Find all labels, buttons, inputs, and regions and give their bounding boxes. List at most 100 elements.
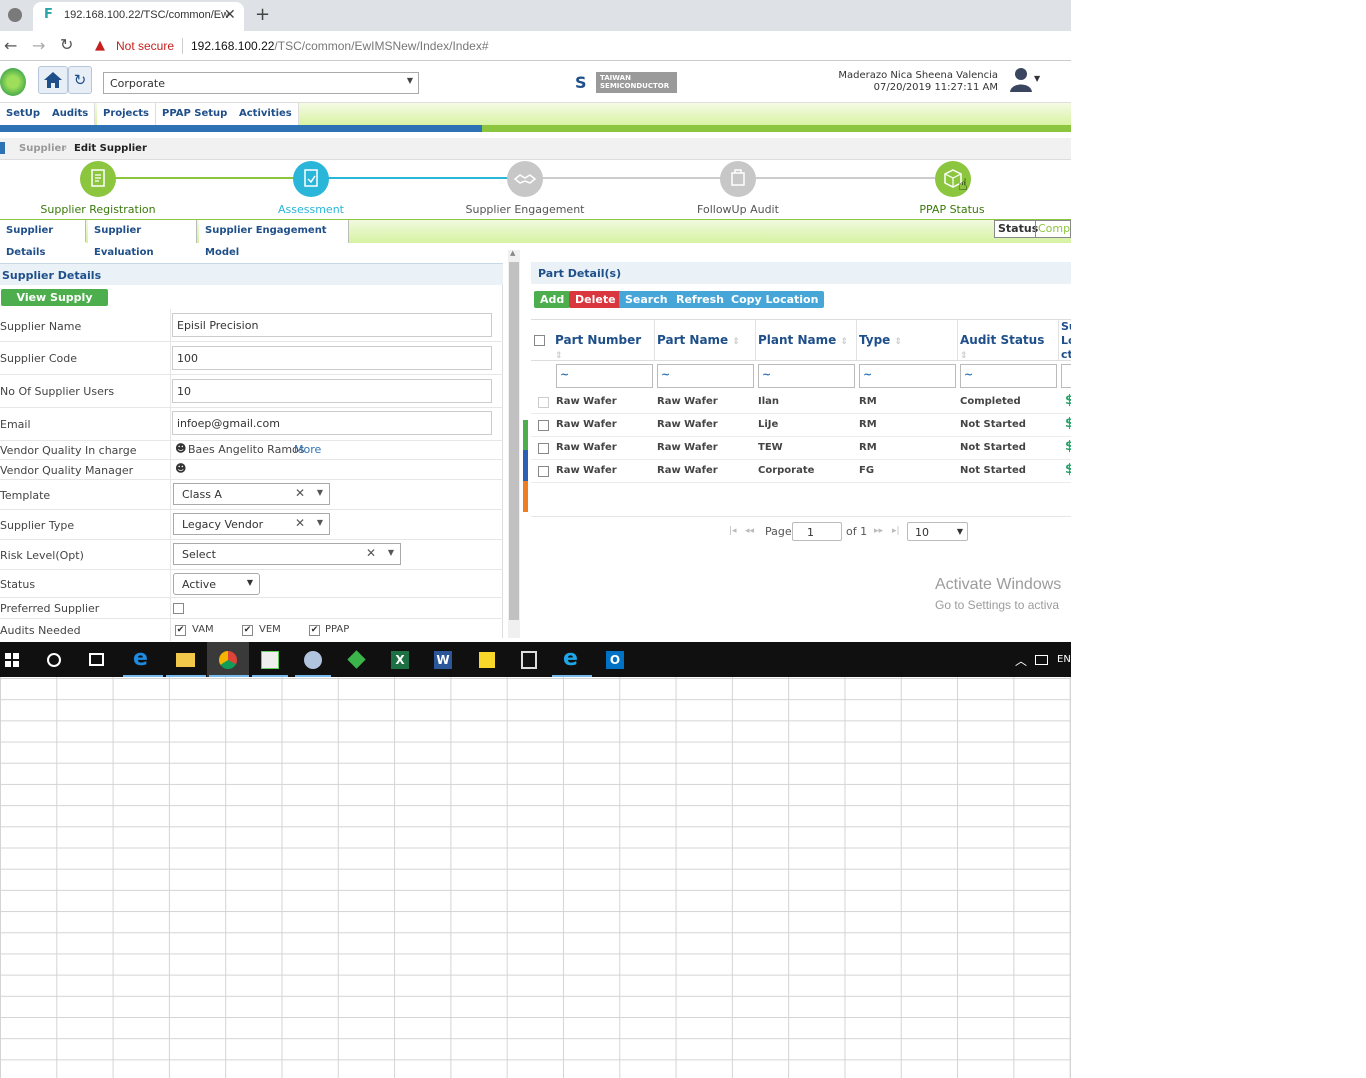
menu-audits[interactable]: Audits [46, 103, 96, 125]
add-button[interactable]: Add [534, 291, 571, 308]
security-status[interactable]: Not secure [116, 39, 174, 53]
home-button[interactable] [38, 66, 68, 94]
app-icon-chart[interactable] [261, 651, 279, 669]
supplier-code-input[interactable]: 100 [172, 346, 492, 370]
select-all-checkbox[interactable] [534, 335, 545, 346]
new-tab-icon[interactable]: + [255, 4, 270, 25]
breadcrumb-parent[interactable]: Supplier [19, 143, 66, 154]
risk-level-select[interactable]: Select ✕ ▼ [173, 543, 401, 565]
url-field[interactable]: 192.168.100.22/TSC/common/EwIMSNew/Index… [191, 39, 489, 53]
row-checkbox[interactable] [538, 443, 549, 454]
col-plant-name[interactable]: Plant Name ⇕ [756, 320, 857, 360]
back-icon[interactable]: ← [4, 36, 17, 55]
scroll-up-icon[interactable]: ▲ [510, 249, 515, 257]
row-checkbox[interactable] [538, 466, 549, 477]
network-icon[interactable] [1035, 655, 1048, 665]
copy-location-button[interactable]: Copy Location [725, 291, 825, 308]
menu-setup[interactable]: SetUp [0, 103, 48, 125]
status-select[interactable]: Active ▼ [173, 573, 260, 595]
word-icon[interactable]: W [434, 651, 452, 669]
clear-icon[interactable]: ✕ [366, 546, 376, 560]
forward-icon[interactable]: → [32, 36, 45, 55]
table-row[interactable]: Raw Wafer Raw Wafer Ilan RM Completed $ [531, 391, 1071, 414]
refresh-grid-button[interactable]: Refresh [670, 291, 730, 308]
clear-icon[interactable]: ✕ [295, 486, 305, 500]
reload-icon[interactable]: ↻ [60, 35, 73, 54]
page-size-select[interactable]: 10 ▼ [907, 522, 968, 541]
first-page-icon[interactable]: |◂ [729, 526, 737, 536]
next-page-icon[interactable]: ▸▸ [874, 526, 883, 536]
step-registration-icon[interactable] [80, 161, 116, 197]
excel-icon[interactable]: X [391, 651, 409, 669]
filter-part-name[interactable]: ~ [657, 364, 754, 388]
template-select[interactable]: Class A ✕ ▼ [173, 483, 330, 505]
filter-su[interactable] [1061, 364, 1071, 388]
row-checkbox[interactable] [538, 397, 549, 408]
internet-explorer-icon[interactable]: e [563, 648, 578, 670]
menu-activities[interactable]: Activities [233, 103, 299, 125]
user-menu-caret-icon[interactable]: ▼ [1034, 74, 1040, 83]
view-supply-chain-button[interactable]: View Supply Chain [1, 289, 108, 321]
supplier-type-select[interactable]: Legacy Vendor ✕ ▼ [173, 513, 330, 535]
calculator-icon[interactable] [521, 651, 537, 669]
filter-part-number[interactable]: ~ [556, 364, 653, 388]
sticky-notes-icon[interactable] [479, 652, 495, 668]
menu-ppap-setup[interactable]: PPAP Setup [156, 103, 235, 125]
col-audit-status[interactable]: Audit Status ⇕ [958, 320, 1059, 361]
filter-type[interactable]: ~ [859, 364, 956, 388]
cell-part-number: Raw Wafer [556, 419, 617, 430]
prev-page-icon[interactable]: ◂◂ [745, 526, 754, 536]
search-button[interactable]: Search [619, 291, 674, 308]
filter-audit-status[interactable]: ~ [960, 364, 1057, 388]
paint-icon[interactable] [304, 651, 322, 669]
refresh-button[interactable]: ↻ [68, 66, 92, 94]
tab-close-icon[interactable]: ✕ [224, 7, 236, 23]
supplier-users-input[interactable]: 10 [172, 379, 492, 403]
vq-incharge-more-link[interactable]: More [294, 443, 321, 456]
supplier-details-header: Supplier Details [0, 263, 503, 285]
step-engagement-icon[interactable] [507, 161, 543, 197]
col-type[interactable]: Type ⇕ [857, 320, 958, 360]
menu-projects[interactable]: Projects [97, 103, 157, 125]
col-part-name[interactable]: Part Name ⇕ [655, 320, 756, 360]
scrollbar-thumb[interactable] [509, 262, 519, 620]
outlook-icon[interactable]: O [606, 651, 624, 669]
row-divider [170, 570, 171, 597]
tray-chevron-up-icon[interactable]: ︿ [1015, 652, 1027, 669]
email-input[interactable]: infoep@gmail.com [172, 411, 492, 435]
audit-vam-checkbox[interactable]: ✔ [175, 625, 186, 636]
table-row[interactable]: Raw Wafer Raw Wafer Corporate FG Not Sta… [531, 460, 1071, 483]
browser-menu-icon[interactable] [8, 8, 22, 22]
task-view-icon[interactable] [89, 653, 104, 666]
filter-plant-name[interactable]: ~ [758, 364, 855, 388]
page-input[interactable]: 1 [792, 522, 842, 541]
breadcrumb-home-icon[interactable] [0, 142, 5, 154]
supplier-name-input[interactable]: Episil Precision [172, 313, 492, 337]
audit-ppap-checkbox[interactable]: ✔ [309, 625, 320, 636]
tab-supplier-evaluation[interactable]: Supplier Evaluation [88, 220, 197, 258]
supplier-type-value: Legacy Vendor [182, 518, 264, 531]
language-indicator[interactable]: EN [1057, 654, 1071, 665]
tab-supplier-details[interactable]: Supplier Details [0, 220, 86, 258]
app-logo-icon[interactable] [0, 68, 26, 96]
preferred-supplier-checkbox[interactable] [173, 603, 184, 614]
delete-button[interactable]: Delete [569, 291, 622, 308]
site-select[interactable]: Corporate ▼ [103, 72, 419, 94]
col-su-lo-ct[interactable]: Su Lo ct [1061, 320, 1071, 362]
file-explorer-icon[interactable] [176, 653, 195, 667]
step-assessment-icon[interactable] [293, 161, 329, 197]
last-page-icon[interactable]: ▸| [892, 526, 900, 536]
cortana-icon[interactable] [47, 653, 61, 667]
clear-icon[interactable]: ✕ [295, 516, 305, 530]
edge-icon[interactable]: e [133, 648, 148, 670]
table-row[interactable]: Raw Wafer Raw Wafer TEW RM Not Started $ [531, 437, 1071, 460]
table-row[interactable]: Raw Wafer Raw Wafer LiJe RM Not Started … [531, 414, 1071, 437]
step-connector-3 [542, 177, 722, 179]
col-part-number[interactable]: Part Number ⇕ [553, 320, 655, 361]
tab-supplier-engagement-model[interactable]: Supplier Engagement Model [199, 220, 349, 258]
user-avatar-icon[interactable] [1009, 66, 1033, 92]
row-checkbox[interactable] [538, 420, 549, 431]
start-icon[interactable] [5, 653, 19, 667]
audit-vem-checkbox[interactable]: ✔ [242, 625, 253, 636]
step-followup-icon[interactable] [720, 161, 756, 197]
